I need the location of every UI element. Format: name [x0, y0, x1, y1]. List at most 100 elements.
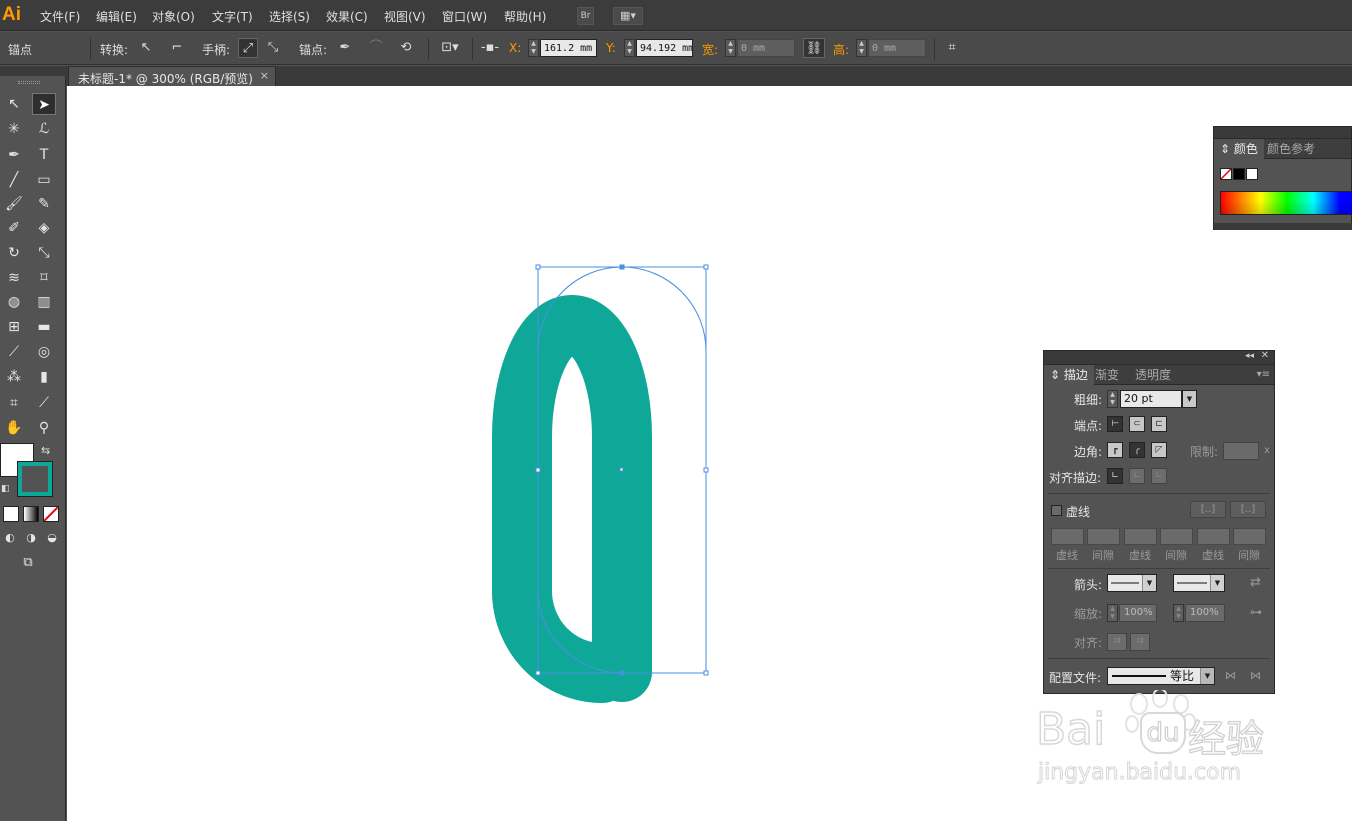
- miter-join-icon[interactable]: ┏: [1107, 442, 1123, 458]
- collapse-icon[interactable]: ◂◂: [1245, 351, 1254, 361]
- align-center-icon[interactable]: ∟: [1107, 468, 1123, 484]
- remove-anchor-icon[interactable]: ✒: [335, 38, 355, 58]
- draw-inside-icon[interactable]: ◒: [42, 527, 62, 549]
- screen-mode-icon[interactable]: ⧉: [15, 552, 41, 574]
- round-cap-icon[interactable]: ⊂: [1129, 416, 1145, 432]
- tab-stroke[interactable]: ⇕ 描边: [1044, 365, 1094, 385]
- gradient-tool-icon[interactable]: ▬: [32, 316, 56, 338]
- round-join-icon[interactable]: ╭: [1129, 442, 1145, 458]
- black-swatch[interactable]: [1233, 168, 1245, 180]
- watermark-brand-mid: du: [1140, 712, 1186, 754]
- free-transform-tool-icon[interactable]: ⌑: [32, 267, 56, 289]
- menu-select[interactable]: 选择(S): [269, 8, 310, 25]
- weight-spinner[interactable]: ▲ ▼: [1107, 390, 1118, 408]
- transform-icon[interactable]: ⌗: [942, 38, 962, 58]
- blend-tool-icon[interactable]: ◎: [32, 341, 56, 363]
- reference-point-icon[interactable]: -▪-: [480, 38, 500, 58]
- zoom-tool-icon[interactable]: ⚲: [32, 417, 56, 439]
- panel-grip[interactable]: [18, 81, 40, 84]
- show-handles-icon[interactable]: ⤢: [238, 38, 258, 58]
- none-swatch[interactable]: [1220, 168, 1232, 180]
- weight-dropdown[interactable]: 20 pt ▼: [1120, 390, 1197, 408]
- chevron-down-icon[interactable]: ▼: [1182, 390, 1197, 408]
- magic-wand-tool-icon[interactable]: ✳: [2, 118, 26, 140]
- bridge-button[interactable]: Br: [577, 7, 594, 25]
- eraser-tool-icon[interactable]: ◈: [32, 217, 56, 239]
- draw-behind-icon[interactable]: ◑: [21, 527, 41, 549]
- white-swatch[interactable]: [1246, 168, 1258, 180]
- tab-color-guide[interactable]: 颜色参考: [1261, 139, 1321, 159]
- pencil-tool-icon[interactable]: ✎: [32, 193, 56, 215]
- convert-smooth-icon[interactable]: ⌐: [167, 38, 187, 58]
- default-colors-icon[interactable]: ◧: [1, 484, 10, 494]
- menu-file[interactable]: 文件(F): [40, 8, 80, 25]
- swap-fill-stroke-icon[interactable]: ⇆: [41, 444, 50, 457]
- cut-path-icon[interactable]: ⟲: [396, 38, 416, 58]
- column-graph-tool-icon[interactable]: ▮: [32, 366, 56, 388]
- panel-header[interactable]: [1214, 127, 1351, 139]
- artboard-tool-icon[interactable]: ⌗: [2, 392, 26, 414]
- color-spectrum[interactable]: [1220, 191, 1352, 215]
- end-arrowhead-dropdown[interactable]: ▼: [1173, 574, 1225, 592]
- document-tab[interactable]: 未标题-1* @ 300% (RGB/预览) ×: [68, 66, 276, 86]
- menu-effect[interactable]: 效果(C): [326, 8, 368, 25]
- panel-resize-grip[interactable]: [1214, 223, 1352, 230]
- menu-help[interactable]: 帮助(H): [504, 8, 546, 25]
- y-input[interactable]: 94.192 mm: [636, 39, 693, 57]
- line-tool-icon[interactable]: ╱: [2, 169, 26, 191]
- lasso-tool-icon[interactable]: ℒ: [32, 118, 56, 140]
- menu-type[interactable]: 文字(T): [212, 8, 253, 25]
- hand-tool-icon[interactable]: ✋: [2, 417, 26, 439]
- menu-view[interactable]: 视图(V): [384, 8, 426, 25]
- close-icon[interactable]: ✕: [1261, 350, 1269, 361]
- dashed-line-checkbox[interactable]: [1051, 505, 1062, 516]
- slice-tool-icon[interactable]: ⟋: [32, 392, 56, 414]
- stroke-swatch[interactable]: [17, 461, 53, 497]
- shape-builder-tool-icon[interactable]: ◍: [2, 291, 26, 313]
- warp-tool-icon[interactable]: ≋: [2, 267, 26, 289]
- paintbrush-tool-icon[interactable]: 🖌: [2, 193, 26, 215]
- divider: [1048, 568, 1270, 569]
- menu-edit[interactable]: 编辑(E): [96, 8, 137, 25]
- arrange-documents-button[interactable]: ▦▾: [613, 7, 643, 25]
- pen-tool-icon[interactable]: ✒: [2, 144, 26, 166]
- draw-normal-icon[interactable]: ◐: [0, 527, 20, 549]
- hide-handles-icon[interactable]: ⤡: [263, 38, 283, 58]
- panel-menu-icon[interactable]: ▾≡: [1253, 365, 1274, 385]
- perspective-grid-tool-icon[interactable]: ▥: [32, 291, 56, 313]
- rectangle-tool-icon[interactable]: ▭: [32, 169, 56, 191]
- tab-transparency[interactable]: 透明度: [1129, 365, 1177, 385]
- selection-tool-icon[interactable]: ↖: [2, 93, 26, 115]
- projecting-cap-icon[interactable]: ⊏: [1151, 416, 1167, 432]
- tab-color[interactable]: ⇕ 颜色: [1214, 139, 1264, 159]
- butt-cap-icon[interactable]: ⊢: [1107, 416, 1123, 432]
- isolate-anchors-icon[interactable]: ⊡▾: [437, 38, 463, 58]
- panel-header[interactable]: ◂◂ ✕: [1044, 350, 1274, 365]
- dash-input-3: [1197, 528, 1230, 545]
- direct-selection-tool-icon[interactable]: ➤: [32, 93, 56, 115]
- rotate-tool-icon[interactable]: ↻: [2, 242, 26, 264]
- scale-tool-icon[interactable]: ⤡: [32, 242, 56, 264]
- bevel-join-icon[interactable]: ◸: [1151, 442, 1167, 458]
- x-spinner[interactable]: ▲ ▼: [528, 39, 539, 57]
- paperclip-stroke[interactable]: [492, 295, 652, 703]
- type-tool-icon[interactable]: T: [32, 144, 56, 166]
- mesh-tool-icon[interactable]: ⊞: [2, 316, 26, 338]
- symbol-sprayer-tool-icon[interactable]: ⁂: [2, 366, 26, 388]
- gradient-mode-icon[interactable]: [23, 506, 39, 522]
- menu-window[interactable]: 窗口(W): [442, 8, 487, 25]
- y-spinner[interactable]: ▲ ▼: [624, 39, 635, 57]
- x-input[interactable]: 161.2 mm: [540, 39, 597, 57]
- none-mode-icon[interactable]: [43, 506, 59, 522]
- menu-object[interactable]: 对象(O): [152, 8, 195, 25]
- color-mode-icon[interactable]: [3, 506, 19, 522]
- constrain-link-icon[interactable]: ⛓: [803, 38, 825, 58]
- blob-brush-tool-icon[interactable]: ✐: [2, 217, 26, 239]
- close-icon[interactable]: ×: [260, 69, 269, 82]
- convert-corner-icon[interactable]: ↖: [136, 38, 156, 58]
- start-arrowhead-dropdown[interactable]: ▼: [1107, 574, 1157, 592]
- profile-label: 配置文件:: [1049, 671, 1102, 685]
- tab-gradient[interactable]: 渐变: [1089, 365, 1125, 385]
- profile-dropdown[interactable]: 等比 ▼: [1107, 667, 1215, 685]
- eyedropper-tool-icon[interactable]: ⟋: [2, 341, 26, 363]
